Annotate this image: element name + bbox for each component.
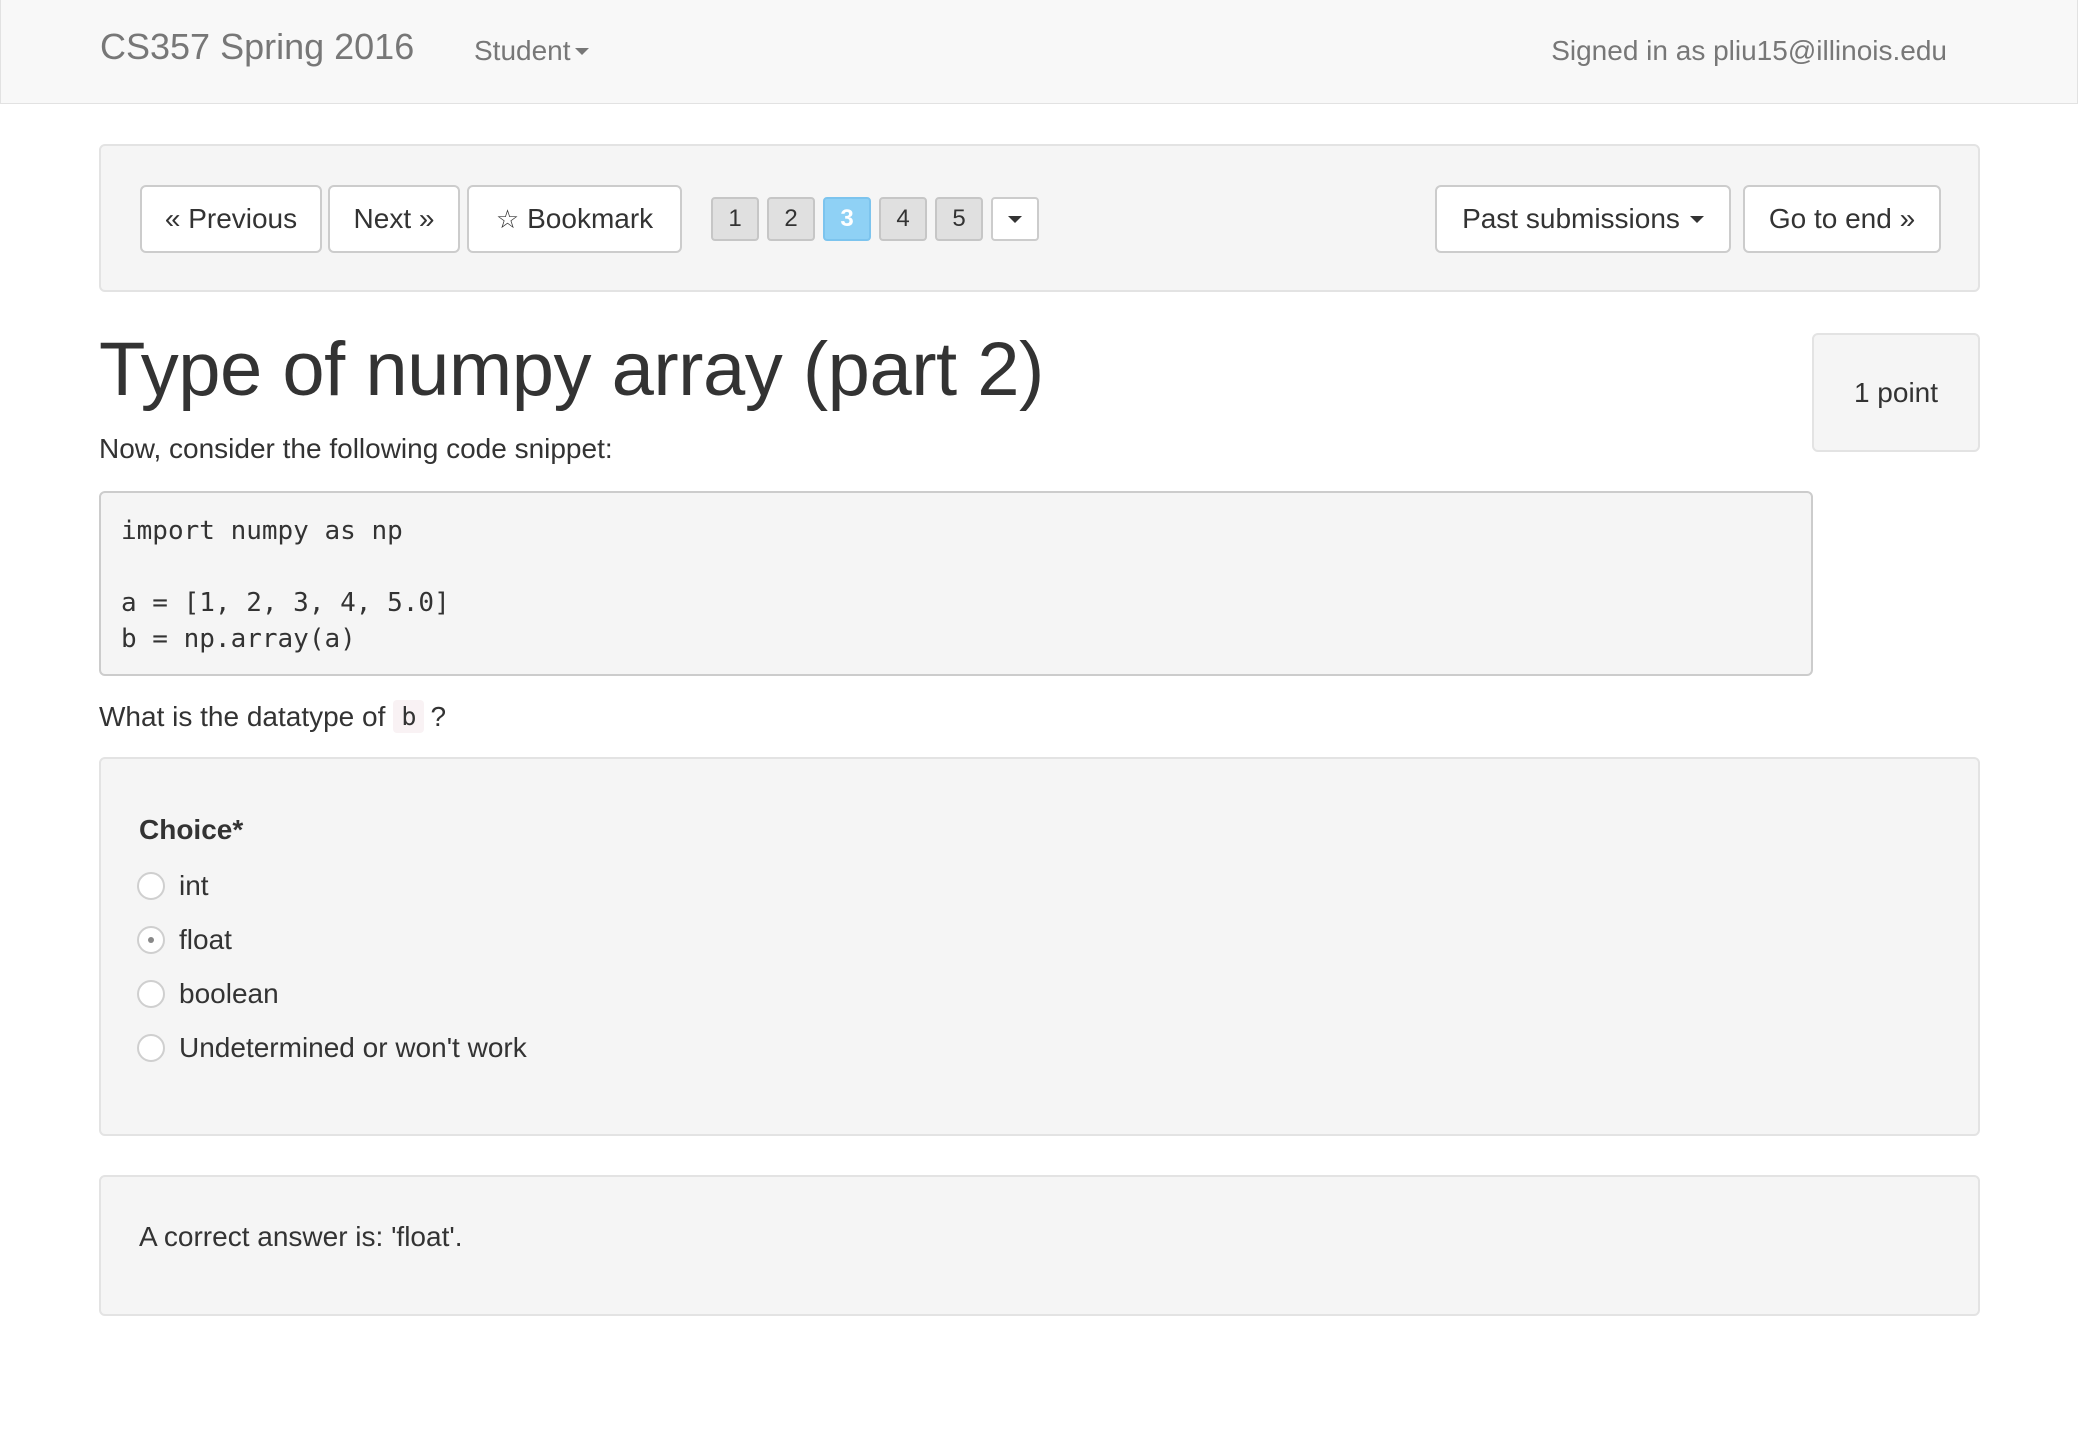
page-1-button[interactable]: 1 (711, 197, 759, 241)
question-prompt: What is the datatype of b ? (99, 700, 446, 733)
radio-button[interactable] (137, 980, 165, 1008)
option-label: Undetermined or won't work (179, 1032, 527, 1063)
question-prompt-text: What is the datatype of (99, 700, 386, 732)
question-pager: 1 2 3 4 5 (711, 197, 1039, 241)
points-badge: 1 point (1812, 333, 1980, 452)
role-dropdown-label: Student (474, 35, 571, 66)
page-4-button[interactable]: 4 (879, 197, 927, 241)
correct-answer-panel: A correct answer is: 'float'. (99, 1175, 1980, 1316)
caret-down-icon (1689, 215, 1704, 223)
choice-heading: Choice* (139, 814, 244, 845)
option-label: boolean (179, 978, 279, 1009)
top-navbar: CS357 Spring 2016 Student Signed in as p… (0, 0, 2078, 104)
page-3-button-current[interactable]: 3 (823, 197, 871, 241)
star-outline-icon: ☆ (495, 203, 520, 234)
answer-panel: Choice* int float boolean Undetermined o… (99, 757, 1980, 1136)
previous-button[interactable]: « Previous (140, 185, 322, 253)
page-5-button[interactable]: 5 (935, 197, 983, 241)
question-title: Type of numpy array (part 2) (99, 327, 1044, 412)
next-button[interactable]: Next » (328, 185, 460, 253)
question-navigation-bar: « Previous Next » ☆ Bookmark 1 2 3 4 5 P… (99, 144, 1980, 292)
correct-answer-text: A correct answer is: 'float'. (139, 1221, 463, 1252)
inline-code-variable: b (393, 700, 425, 733)
bookmark-button[interactable]: ☆ Bookmark (467, 185, 682, 253)
go-to-end-button[interactable]: Go to end » (1743, 185, 1941, 253)
option-int[interactable]: int (137, 870, 209, 902)
radio-button[interactable] (137, 872, 165, 900)
question-prompt-end: ? (430, 700, 447, 732)
page-2-button[interactable]: 2 (767, 197, 815, 241)
more-pages-dropdown-button[interactable] (991, 197, 1039, 241)
option-label: float (179, 924, 232, 955)
radio-button[interactable] (137, 1034, 165, 1062)
caret-down-icon (574, 47, 589, 55)
past-submissions-label: Past submissions (1462, 203, 1680, 234)
caret-down-icon (1008, 215, 1022, 223)
radio-button-selected[interactable] (137, 926, 165, 954)
course-brand-link[interactable]: CS357 Spring 2016 (100, 26, 414, 68)
signed-in-status: Signed in as pliu15@illinois.edu (1551, 35, 1947, 66)
question-intro: Now, consider the following code snippet… (99, 433, 613, 464)
bookmark-label: Bookmark (527, 203, 654, 234)
past-submissions-dropdown[interactable]: Past submissions (1435, 185, 1731, 253)
option-undetermined[interactable]: Undetermined or won't work (137, 1032, 527, 1064)
code-snippet: import numpy as np a = [1, 2, 3, 4, 5.0]… (99, 491, 1813, 676)
option-float[interactable]: float (137, 924, 232, 956)
option-boolean[interactable]: boolean (137, 978, 279, 1010)
option-label: int (179, 870, 209, 901)
role-dropdown[interactable]: Student (474, 35, 589, 67)
